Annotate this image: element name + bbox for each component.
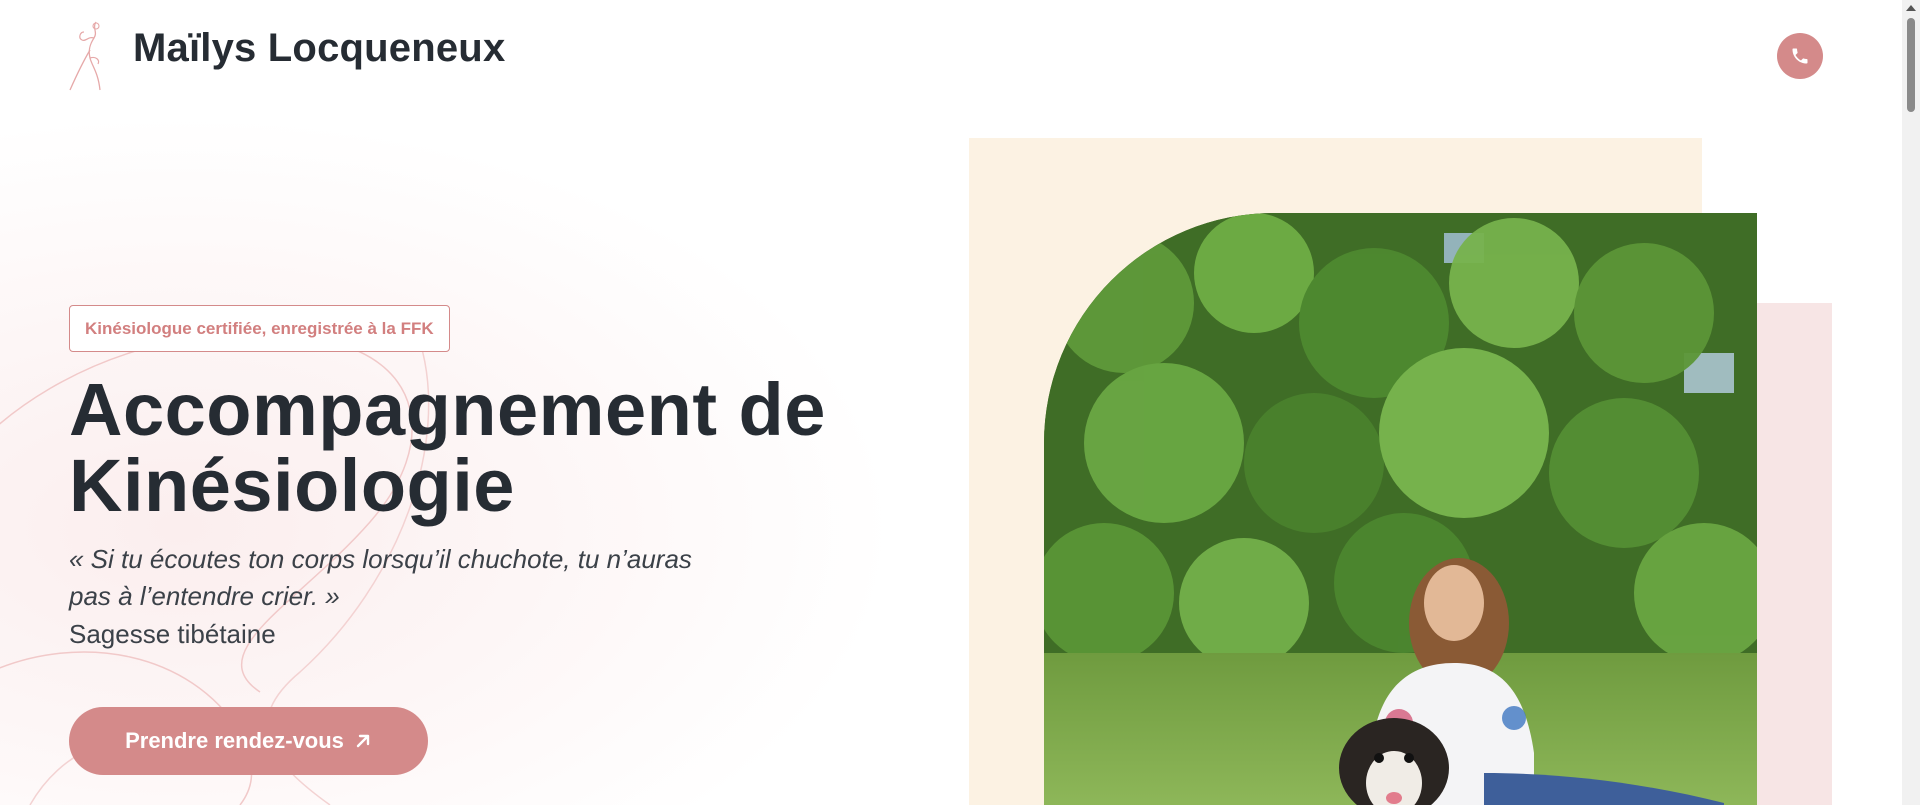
site-header: Maïlys Locqueneux xyxy=(0,0,1902,112)
page: Maïlys Locqueneux Kinésiologue certifiée… xyxy=(0,0,1902,805)
hero-quote: « Si tu écoutes ton corps lorsqu’il chuc… xyxy=(69,541,749,615)
hero-photo-illustration xyxy=(1044,213,1757,805)
vertical-scrollbar[interactable] xyxy=(1902,0,1920,805)
title-line-2: Kinésiologie xyxy=(69,444,515,527)
cta-label: Prendre rendez-vous xyxy=(125,728,344,753)
decorative-pink-block xyxy=(1757,303,1832,805)
scroll-up-arrow-icon[interactable] xyxy=(1906,5,1916,11)
quote-line-1: « Si tu écoutes ton corps lorsqu’il chuc… xyxy=(69,544,692,574)
brand-name[interactable]: Maïlys Locqueneux xyxy=(133,26,505,71)
phone-button[interactable] xyxy=(1777,33,1823,79)
woman-line-art-icon[interactable] xyxy=(68,20,116,92)
quote-line-2: pas à l’entendre crier. » xyxy=(69,581,340,611)
arrow-up-right-icon xyxy=(356,734,370,748)
title-line-1: Accompagnement de xyxy=(69,368,826,451)
phone-icon xyxy=(1792,48,1808,64)
scrollbar-thumb[interactable] xyxy=(1907,18,1915,112)
book-appointment-button[interactable]: Prendre rendez-vous xyxy=(69,707,428,775)
hero-photo xyxy=(1044,213,1757,805)
quote-author: Sagesse tibétaine xyxy=(69,619,276,649)
page-title: Accompagnement de Kinésiologie xyxy=(69,372,826,524)
certification-badge: Kinésiologue certifiée, enregistrée à la… xyxy=(69,305,450,352)
